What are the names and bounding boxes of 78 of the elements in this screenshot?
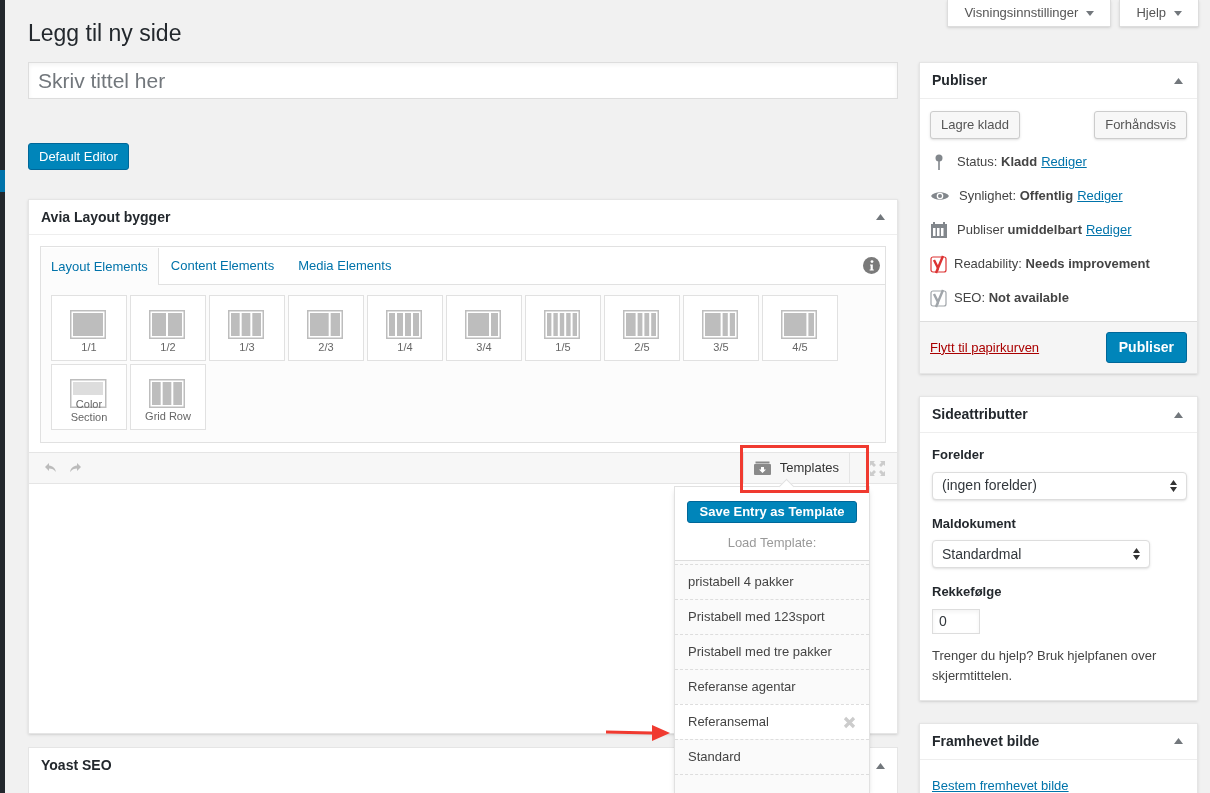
panel-title: Sideattributter: [932, 405, 1028, 424]
parent-select[interactable]: (ingen forelder): [932, 471, 1187, 500]
caret-icon: [1086, 10, 1095, 16]
columns-icon: [386, 310, 424, 339]
layout-element[interactable]: 1/3: [209, 295, 285, 361]
layout-element[interactable]: 3/5: [683, 295, 759, 361]
status-text: Publiser umiddelbart: [957, 221, 1082, 240]
collapse-arrow-icon: [1174, 738, 1183, 744]
layout-element[interactable]: 1/2: [130, 295, 206, 361]
layout-element[interactable]: 2/5: [604, 295, 680, 361]
publish-button[interactable]: Publiser: [1105, 332, 1187, 363]
tab[interactable]: Media Elements: [286, 247, 404, 284]
order-field[interactable]: 0: [932, 608, 980, 634]
edit-link[interactable]: Rediger: [1077, 186, 1123, 206]
info-icon: [863, 257, 880, 274]
layout-element[interactable]: 1/1: [51, 295, 127, 361]
layout-element[interactable]: 2/3: [288, 295, 364, 361]
title-field[interactable]: Skriv tittel her: [28, 62, 898, 99]
collapse-arrow-icon: [876, 762, 885, 769]
collapse-arrow-icon: [876, 214, 885, 220]
panel-title: Avia Layout bygger: [41, 207, 171, 227]
template-item[interactable]: Referansemal: [675, 704, 869, 739]
layout-element[interactable]: Color Section: [51, 364, 127, 430]
panel-title: Publiser: [932, 71, 988, 90]
edit-link[interactable]: Rediger: [1086, 220, 1132, 240]
select-arrows-icon: [1133, 548, 1140, 560]
admin-menu-marker: [0, 170, 5, 192]
set-image-link[interactable]: Bestem fremhevet bilde: [932, 777, 1069, 793]
panel-title: Framhevet bilde: [932, 731, 1040, 751]
layout-element[interactable]: Grid Row: [130, 364, 206, 430]
template-select[interactable]: Standardmal: [932, 540, 1150, 568]
collapse-arrow-icon: [1174, 411, 1183, 418]
archive-icon: [753, 461, 771, 475]
field-label: Rekkefølge: [932, 583, 1003, 601]
status-text: SEO: Not available: [954, 289, 1069, 308]
page-title: Legg til ny side: [28, 19, 183, 48]
status-text: Synlighet: Offentlig: [959, 187, 1074, 206]
tab[interactable]: Content Elements: [158, 247, 287, 284]
edit-link[interactable]: Rediger: [1041, 152, 1087, 172]
calendar-icon: [930, 221, 948, 239]
caret-icon: [1174, 10, 1182, 16]
layout-element[interactable]: 1/5: [525, 295, 601, 361]
columns-icon: [149, 379, 187, 408]
select-arrows-icon: [1170, 479, 1177, 492]
collapse-arrow-icon: [1174, 77, 1183, 84]
trash-link[interactable]: Flytt til papirkurven: [930, 337, 1040, 358]
screen-options-tab[interactable]: Visningsinnstillinger: [947, 0, 1112, 27]
status-text: Readability: Needs improvement: [954, 255, 1150, 274]
save-template-button[interactable]: Save Entry as Template: [687, 501, 857, 523]
default-editor-button[interactable]: Default Editor: [28, 143, 129, 170]
field-label: Forelder: [932, 446, 985, 464]
columns-icon: [149, 310, 187, 339]
tab[interactable]: Layout Elements: [41, 248, 159, 285]
columns-icon: [228, 310, 266, 339]
undo-icon: [45, 463, 57, 473]
columns-icon: [307, 310, 345, 339]
fullscreen-icon: [870, 460, 885, 476]
layout-element[interactable]: 4/5: [762, 295, 838, 361]
help-text: Trenger du hjelp? Bruk hjelpfanen over skjermtittelen.: [932, 646, 1158, 685]
status-text: Status: Kladd: [957, 153, 1038, 172]
redo-icon: [69, 463, 81, 473]
menu-label: Load Template:: [726, 533, 818, 552]
field-label: Maldokument: [932, 514, 1017, 533]
columns-icon: [623, 310, 661, 339]
section-icon: [70, 379, 108, 408]
layout-element[interactable]: 1/4: [367, 295, 443, 361]
columns-icon: [781, 310, 819, 339]
columns-icon: [465, 310, 503, 339]
panel-title: Yoast SEO: [41, 756, 112, 775]
columns-icon: [702, 310, 740, 339]
arrow-annotation: [606, 722, 670, 742]
preview-button[interactable]: Forhåndsvis: [1094, 111, 1187, 139]
screen-options-tab[interactable]: Hjelp: [1119, 0, 1199, 27]
columns-icon: [70, 310, 108, 339]
templates-button[interactable]: Templates: [742, 453, 850, 483]
save-draft-button[interactable]: Lagre kladd: [930, 111, 1020, 139]
layout-element[interactable]: 3/4: [446, 295, 522, 361]
columns-icon: [544, 310, 582, 339]
